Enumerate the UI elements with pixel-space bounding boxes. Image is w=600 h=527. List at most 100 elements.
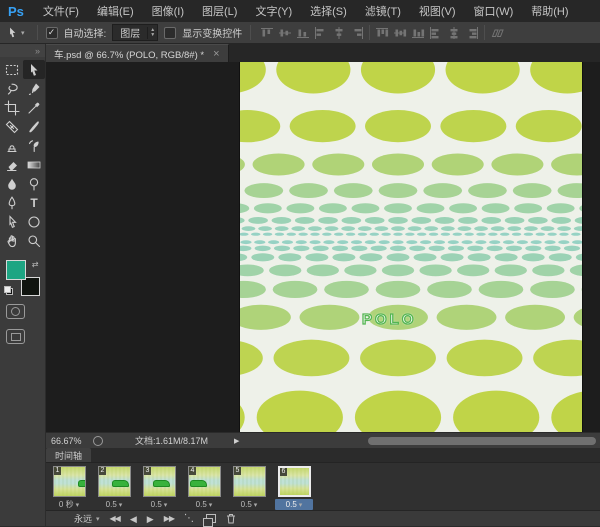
timeline-frame-6[interactable]: 6 0.5▾ — [275, 466, 313, 510]
tween-button[interactable]: ⋱ — [184, 515, 194, 523]
distribute-top-edges-icon[interactable] — [374, 26, 390, 40]
frame-thumbnail[interactable]: 2 — [98, 466, 131, 497]
timeline-frame-1[interactable]: 1 0 秒▾ — [50, 466, 88, 510]
quick-selection-tool[interactable] — [23, 79, 45, 98]
document-tab[interactable]: 车.psd @ 66.7% (POLO, RGB/8#) * × — [46, 44, 229, 62]
dodge-tool[interactable] — [23, 174, 45, 193]
move-icon — [26, 62, 42, 78]
close-icon[interactable]: × — [213, 49, 219, 59]
document-image[interactable]: POLO — [240, 62, 582, 432]
healing-brush-tool[interactable] — [1, 117, 23, 136]
align-horizontal-centers-icon[interactable] — [331, 26, 347, 40]
align-left-edges-icon[interactable] — [313, 26, 329, 40]
chevron-down-icon: ▾ — [164, 501, 168, 509]
foreground-color-swatch[interactable] — [6, 260, 26, 280]
pen-icon — [4, 195, 20, 211]
align-top-edges-icon[interactable] — [259, 26, 275, 40]
auto-select-checkbox[interactable]: ✓ — [46, 27, 58, 39]
eraser-tool[interactable] — [1, 155, 23, 174]
timeline-frame-2[interactable]: 2 0.5▾ — [95, 466, 133, 510]
show-transform-checkbox[interactable] — [164, 27, 176, 39]
menu-type[interactable]: 文字(Y) — [246, 0, 301, 22]
align-bottom-edges-icon[interactable] — [295, 26, 311, 40]
menu-layer[interactable]: 图层(L) — [193, 0, 246, 22]
align-distribute-icons — [259, 25, 505, 40]
menu-help[interactable]: 帮助(H) — [522, 0, 577, 22]
frame-thumbnail[interactable]: 1 — [53, 466, 86, 497]
timeline-frame-5[interactable]: 5 0.5▾ — [230, 466, 268, 510]
delete-frame-button[interactable] — [226, 513, 236, 524]
frame-delay-dropdown[interactable]: 0 秒▾ — [50, 499, 88, 510]
frame-delay-dropdown[interactable]: 0.5▾ — [230, 499, 268, 510]
type-icon: T — [26, 195, 42, 211]
frame-delay-dropdown[interactable]: 0.5▾ — [95, 499, 133, 510]
tool-preset-picker[interactable]: ▾ — [6, 26, 29, 39]
first-frame-button[interactable]: ◀◀ — [110, 515, 120, 523]
frame-thumbnail[interactable]: 6 — [278, 466, 311, 497]
frame-thumbnail[interactable]: 4 — [188, 466, 221, 497]
distribute-vertical-centers-icon[interactable] — [392, 26, 408, 40]
hand-tool[interactable] — [1, 231, 23, 250]
brush-tool[interactable] — [23, 117, 45, 136]
menu-select[interactable]: 选择(S) — [301, 0, 356, 22]
play-button[interactable]: ▶ — [147, 515, 154, 523]
blur-tool[interactable] — [1, 174, 23, 193]
zoom-tool[interactable] — [23, 231, 45, 250]
ellipse-tool[interactable] — [23, 212, 45, 231]
distribute-bottom-edges-icon[interactable] — [410, 26, 426, 40]
pen-tool[interactable] — [1, 193, 23, 212]
frame-delay-dropdown[interactable]: 0.5▾ — [275, 499, 313, 510]
menu-edit[interactable]: 编辑(E) — [88, 0, 143, 22]
distribute-right-edges-icon[interactable] — [464, 26, 480, 40]
status-flyout-arrow-icon[interactable]: ▶ — [234, 437, 239, 445]
chevron-down-icon: ▾ — [96, 515, 100, 523]
history-brush-tool[interactable] — [23, 136, 45, 155]
path-selection-tool[interactable] — [1, 212, 23, 231]
svg-text:T: T — [30, 196, 38, 210]
align-vertical-centers-icon[interactable] — [277, 26, 293, 40]
auto-select-target-dropdown[interactable]: 图层 ▲▼ — [112, 24, 158, 41]
lasso-tool[interactable] — [1, 79, 23, 98]
type-tool[interactable]: T — [23, 193, 45, 212]
zoom-level-field[interactable]: 66.67% — [46, 436, 89, 446]
gradient-tool[interactable] — [23, 155, 45, 174]
menu-window[interactable]: 窗口(W) — [465, 0, 523, 22]
align-right-edges-icon[interactable] — [349, 26, 365, 40]
timeline-frame-4[interactable]: 4 0.5▾ — [185, 466, 223, 510]
timeline-tab[interactable]: 时间轴 — [46, 448, 91, 462]
frame-delay-dropdown[interactable]: 0.5▾ — [140, 499, 178, 510]
distribute-left-edges-icon[interactable] — [428, 26, 444, 40]
duplicate-frame-button[interactable] — [206, 514, 216, 523]
chevron-down-icon: ▾ — [119, 501, 123, 509]
frame-thumbnail[interactable]: 5 — [233, 466, 266, 497]
quick-mask-button[interactable] — [6, 304, 25, 319]
rectangular-marquee-tool[interactable] — [1, 60, 23, 79]
status-circle-icon — [93, 436, 103, 446]
canvas-pasteboard[interactable]: POLO — [46, 62, 600, 432]
menu-view[interactable]: 视图(V) — [410, 0, 465, 22]
toolbar-collapse-button[interactable]: » — [0, 44, 45, 57]
swap-colors-icon[interactable]: ⇄ — [32, 260, 39, 269]
screen-mode-button[interactable] — [6, 329, 25, 344]
auto-align-layers-icon[interactable] — [489, 26, 505, 40]
previous-frame-button[interactable]: ◀ — [130, 515, 137, 523]
timeline-frame-3[interactable]: 3 0.5▾ — [140, 466, 178, 510]
clone-stamp-tool[interactable] — [1, 136, 23, 155]
menu-file[interactable]: 文件(F) — [34, 0, 88, 22]
eyedropper-tool[interactable] — [23, 98, 45, 117]
menu-filter[interactable]: 滤镜(T) — [356, 0, 410, 22]
menu-image[interactable]: 图像(I) — [143, 0, 193, 22]
polo-text-layer[interactable]: POLO — [362, 311, 417, 328]
document-size-info: 文档:1.61M/8.17M — [135, 434, 208, 447]
loop-selector[interactable]: 永远 ▾ — [74, 512, 100, 525]
default-colors-icon[interactable] — [4, 286, 13, 295]
frame-number: 1 — [54, 467, 62, 475]
clone-stamp-icon — [4, 138, 20, 154]
horizontal-scrollbar[interactable] — [368, 437, 596, 445]
next-frame-button[interactable]: ▶▶ — [164, 515, 174, 523]
frame-delay-dropdown[interactable]: 0.5▾ — [185, 499, 223, 510]
move-tool[interactable] — [23, 60, 45, 79]
frame-thumbnail[interactable]: 3 — [143, 466, 176, 497]
crop-tool[interactable] — [1, 98, 23, 117]
distribute-horizontal-centers-icon[interactable] — [446, 26, 462, 40]
